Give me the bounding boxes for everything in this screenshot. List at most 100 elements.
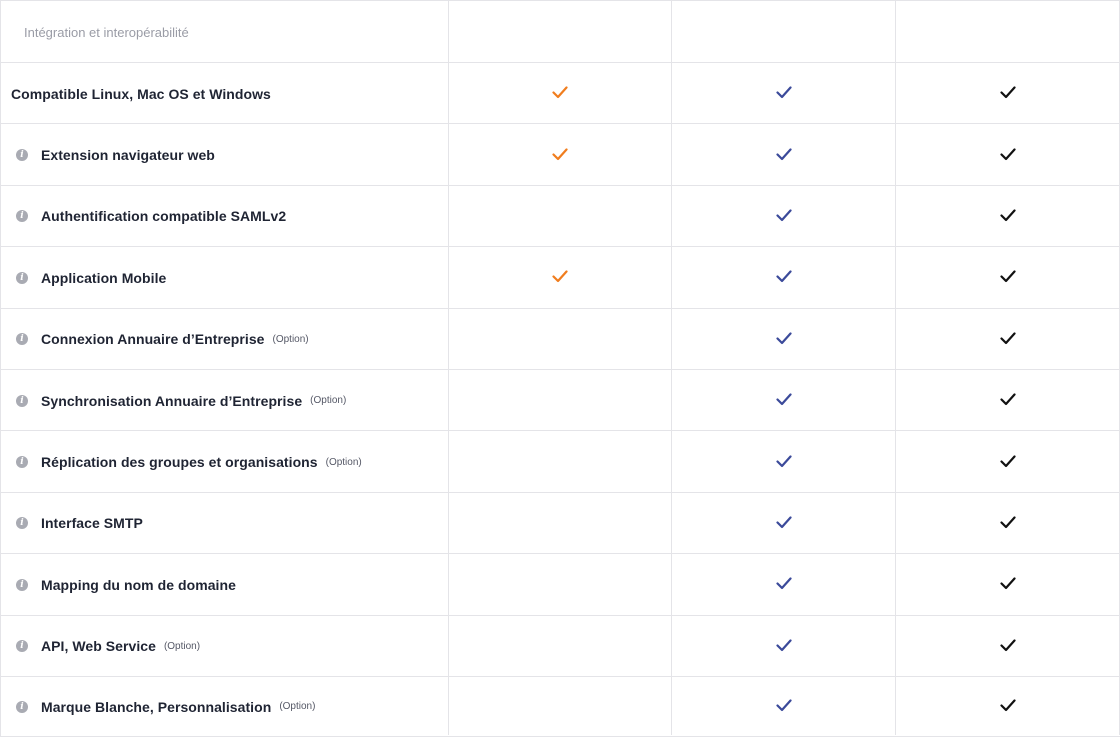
check-icon — [999, 699, 1016, 712]
plan-3-cell — [895, 123, 1120, 185]
plan-column-3-header — [895, 1, 1120, 63]
plan-1-cell — [448, 614, 671, 676]
option-tag: (Option) — [279, 701, 316, 713]
plan-1-cell — [448, 123, 671, 185]
feature-name: i Réplication des groupes et organisation… — [1, 454, 362, 470]
feature-label-cell: i Connexion Annuaire d’Entreprise (Option) — [0, 308, 448, 370]
feature-label-cell: i API, Web Service (Option) — [0, 615, 448, 677]
feature-label: Interface SMTP — [41, 515, 143, 532]
feature-comparison-table: Intégration et interopérabilité Compatib… — [0, 0, 1120, 739]
plan-1-cell — [448, 676, 671, 736]
info-icon[interactable]: i — [16, 700, 28, 713]
option-tag: (Option) — [325, 456, 362, 468]
feature-label: Réplication des groupes et organisations — [41, 454, 318, 471]
plan-2-cell — [671, 184, 895, 247]
plan-3-cell — [895, 369, 1120, 431]
feature-label: Extension navigateur web — [41, 147, 215, 164]
plan-2-cell — [671, 62, 895, 124]
plan-2-cell — [671, 369, 895, 431]
info-icon[interactable]: i — [16, 456, 28, 469]
check-icon — [999, 147, 1016, 161]
plan-1-cell — [448, 491, 671, 554]
check-icon — [775, 332, 792, 345]
plan-3-cell — [895, 184, 1120, 247]
feature-label-cell: i Réplication des groupes et organisation… — [0, 431, 448, 493]
check-icon — [999, 86, 1016, 99]
check-icon — [775, 639, 792, 652]
section-header-row: Intégration et interopérabilité — [0, 0, 1120, 63]
plan-2-cell — [671, 307, 895, 369]
info-icon[interactable]: i — [16, 640, 28, 653]
feature-label: Application Mobile — [41, 269, 167, 286]
feature-name: i Synchronisation Annuaire d’Entreprise (O… — [1, 393, 346, 409]
plan-3-cell — [895, 614, 1120, 676]
check-icon — [999, 577, 1016, 590]
info-icon[interactable]: i — [16, 210, 28, 223]
plan-1-cell — [448, 62, 671, 124]
feature-name: i Connexion Annuaire d’Entreprise (Option) — [1, 331, 309, 347]
plan-2-cell — [671, 246, 895, 308]
feature-label: Marque Blanche, Personnalisation — [41, 698, 272, 715]
plan-3-cell — [895, 676, 1120, 736]
section-header-cell: Intégration et interopérabilité — [0, 1, 448, 63]
check-icon — [999, 639, 1016, 652]
feature-row: i Authentification compatible SAMLv2 — [0, 184, 1120, 248]
plan-3-cell — [895, 62, 1120, 124]
check-icon — [999, 209, 1016, 222]
feature-row: i Interface SMTP — [0, 491, 1120, 555]
plan-2-cell — [671, 430, 895, 492]
plan-2-cell — [671, 614, 895, 676]
feature-label-cell: Compatible Linux, Mac OS et Windows — [0, 63, 448, 125]
plan-3-cell — [895, 430, 1120, 492]
check-icon — [999, 393, 1016, 406]
feature-name: i Marque Blanche, Personnalisation (Option… — [1, 699, 315, 715]
check-icon — [999, 454, 1016, 468]
check-icon — [775, 699, 792, 712]
plan-3-cell — [895, 246, 1120, 308]
feature-label: Compatible Linux, Mac OS et Windows — [11, 85, 271, 102]
check-icon — [775, 577, 792, 590]
feature-label: Connexion Annuaire d’Entreprise — [41, 331, 265, 348]
feature-row: i Connexion Annuaire d’Entreprise (Option) — [0, 307, 1120, 370]
check-icon — [775, 270, 792, 283]
check-icon — [552, 86, 568, 99]
check-icon — [775, 393, 792, 406]
feature-label-cell: i Interface SMTP — [0, 492, 448, 555]
info-icon[interactable]: i — [16, 517, 28, 530]
feature-row: i Synchronisation Annuaire d’Entreprise (O… — [0, 369, 1120, 432]
plan-1-cell — [448, 430, 671, 492]
feature-name: i Extension navigateur web — [1, 147, 215, 163]
plan-1-cell — [448, 246, 671, 308]
info-icon[interactable]: i — [16, 394, 28, 407]
option-tag: (Option) — [310, 395, 347, 407]
plan-1-cell — [448, 553, 671, 615]
check-icon — [775, 454, 792, 468]
plan-column-2-header — [671, 1, 895, 63]
feature-row: Compatible Linux, Mac OS et Windows — [0, 62, 1120, 125]
plan-2-cell — [671, 553, 895, 615]
plan-3-cell — [895, 553, 1120, 615]
check-icon — [775, 209, 792, 222]
info-icon[interactable]: i — [16, 149, 28, 162]
check-icon — [775, 147, 792, 161]
feature-row: i Application Mobile — [0, 246, 1120, 309]
feature-name: i Application Mobile — [1, 270, 166, 286]
check-icon — [999, 332, 1016, 345]
feature-label-cell: i Synchronisation Annuaire d’Entreprise (O… — [0, 370, 448, 432]
plan-2-cell — [671, 491, 895, 554]
check-icon — [775, 516, 792, 529]
check-icon — [999, 270, 1016, 283]
feature-name: i Mapping du nom de domaine — [1, 577, 236, 593]
info-icon[interactable]: i — [16, 333, 28, 346]
feature-row: i Extension navigateur web — [0, 123, 1120, 186]
info-icon[interactable]: i — [16, 271, 28, 284]
feature-row: i Mapping du nom de domaine — [0, 553, 1120, 616]
info-icon[interactable]: i — [16, 578, 28, 591]
feature-label-cell: i Authentification compatible SAMLv2 — [0, 185, 448, 248]
plan-1-cell — [448, 307, 671, 369]
feature-label: Mapping du nom de domaine — [41, 576, 236, 593]
feature-label: Synchronisation Annuaire d’Entreprise — [41, 392, 303, 409]
feature-label-cell: i Application Mobile — [0, 247, 448, 309]
section-title: Intégration et interopérabilité — [24, 24, 189, 40]
feature-label: Authentification compatible SAMLv2 — [41, 208, 287, 225]
